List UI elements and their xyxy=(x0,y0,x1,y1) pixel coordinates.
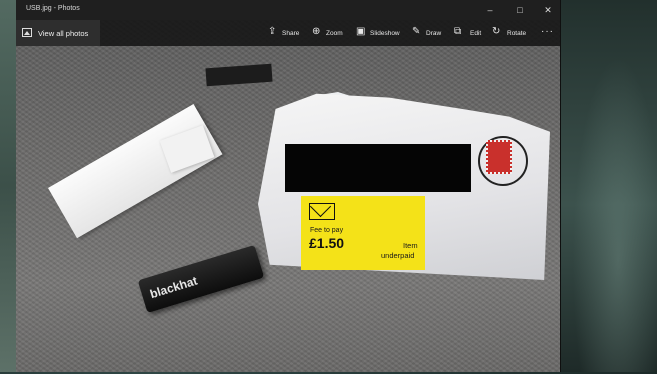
edit-icon: ⧉ xyxy=(454,26,462,37)
rotate-button[interactable]: ↻ Rotate xyxy=(492,20,534,46)
edit-label: Edit xyxy=(470,30,482,37)
share-label: Share xyxy=(282,30,300,37)
share-icon: ⇪ xyxy=(268,26,277,37)
redaction-box xyxy=(285,144,471,192)
image-icon xyxy=(22,28,32,37)
rotate-icon: ↻ xyxy=(492,26,501,37)
photo-toolbar: View all photos ⇪ Share ⊕ Zoom ▣ Slidesh… xyxy=(16,20,560,46)
view-all-photos-button[interactable]: View all photos xyxy=(16,20,100,46)
slideshow-label: Slideshow xyxy=(370,30,400,37)
fee-to-pay-text: Fee to pay xyxy=(310,227,344,234)
more-options-button[interactable]: ··· xyxy=(541,26,554,37)
zoom-label: Zoom xyxy=(326,30,343,37)
envelope-icon xyxy=(309,203,335,220)
edit-button[interactable]: ⧉ Edit xyxy=(454,20,488,46)
zoom-icon: ⊕ xyxy=(312,26,321,37)
rotate-label: Rotate xyxy=(507,30,527,37)
item-text: Item xyxy=(403,241,418,250)
photos-app-window: USB.jpg - Photos – □ ✕ Fee to pay £1.50 … xyxy=(16,0,561,372)
usb-brand-text: blackhat xyxy=(148,273,199,302)
share-button[interactable]: ⇪ Share xyxy=(266,20,304,46)
fee-to-pay-label: Fee to pay £1.50 Item underpaid xyxy=(301,196,425,270)
minimize-button[interactable]: – xyxy=(476,0,504,20)
draw-icon: ✎ xyxy=(412,26,421,37)
zoom-button[interactable]: ⊕ Zoom xyxy=(312,20,350,46)
underpaid-text: underpaid xyxy=(381,251,415,260)
window-title: USB.jpg - Photos xyxy=(26,5,80,12)
postage-stamp xyxy=(486,140,512,174)
photo-usb-box xyxy=(48,104,223,239)
draw-label: Draw xyxy=(426,30,442,37)
photo-dark-object xyxy=(205,63,273,87)
draw-button[interactable]: ✎ Draw xyxy=(412,20,446,46)
view-all-photos-label: View all photos xyxy=(38,29,89,38)
slideshow-button[interactable]: ▣ Slideshow xyxy=(356,20,406,46)
maximize-button[interactable]: □ xyxy=(506,0,534,20)
slideshow-icon: ▣ xyxy=(356,26,366,37)
title-bar: USB.jpg - Photos – □ ✕ xyxy=(16,0,560,20)
fee-amount: £1.50 xyxy=(309,235,345,251)
close-button[interactable]: ✕ xyxy=(534,0,560,20)
wallpaper-left-strip xyxy=(0,0,16,372)
wallpaper-right-strip xyxy=(560,0,657,372)
